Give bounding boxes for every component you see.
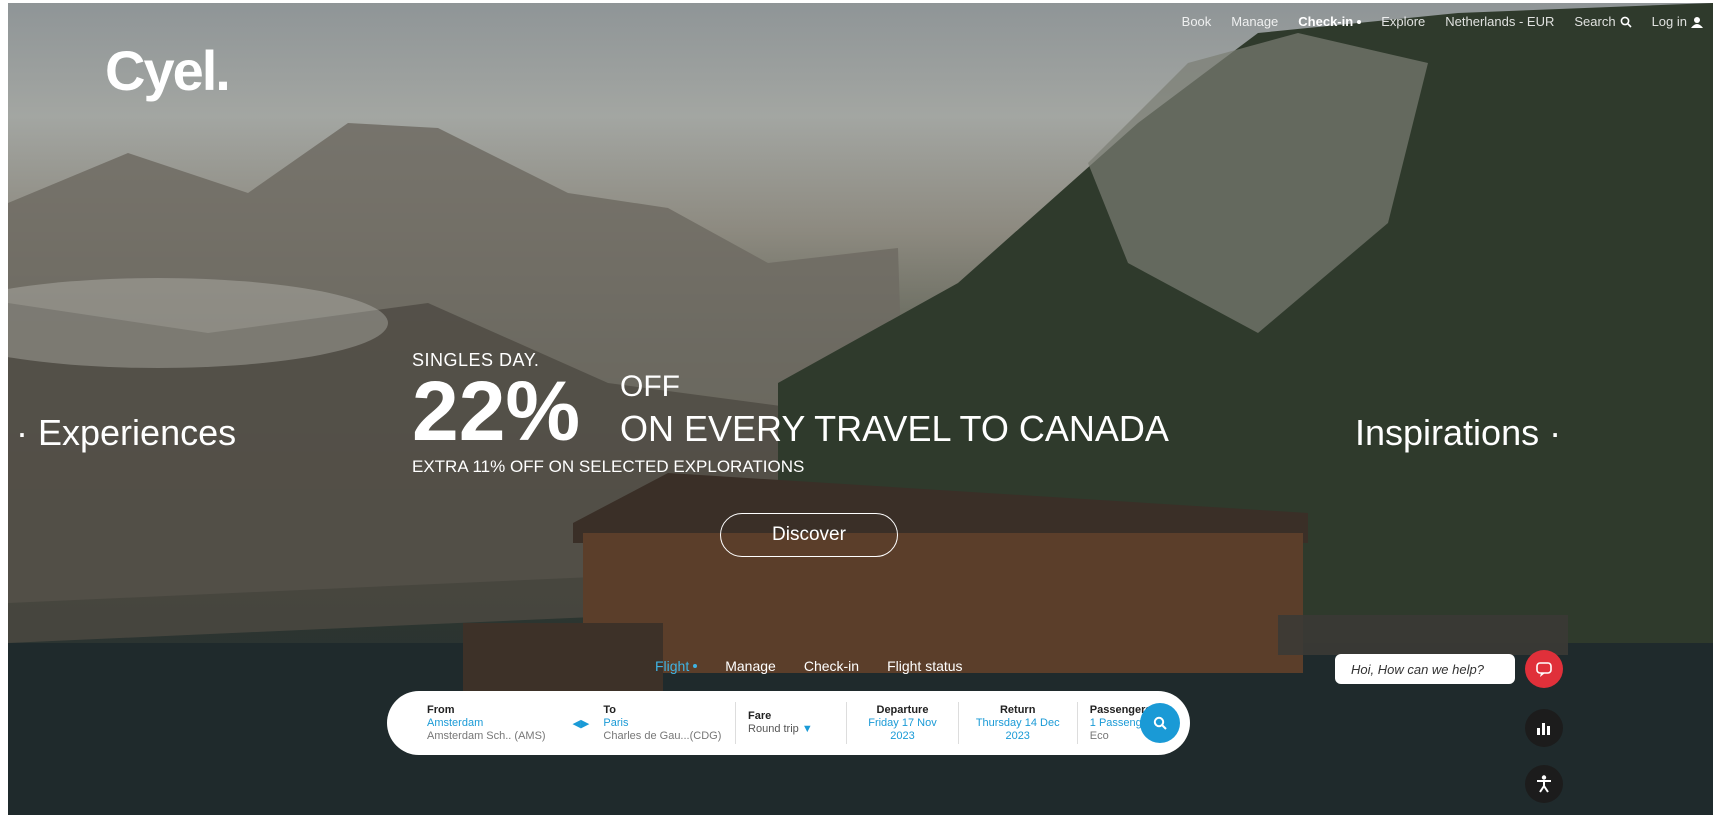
search-flights-button[interactable] xyxy=(1140,703,1180,743)
nav-book[interactable]: Book xyxy=(1172,14,1222,29)
return-field[interactable]: Return Thursday 14 Dec 2023 xyxy=(971,704,1077,743)
to-value: Paris xyxy=(603,716,629,729)
tab-flight-label: Flight xyxy=(655,658,690,674)
nav-login-label: Log in xyxy=(1651,14,1687,29)
divider xyxy=(1076,702,1078,744)
top-nav: Book Manage Check-in Explore Netherlands… xyxy=(1172,14,1713,29)
chevron-down-icon: ▼ xyxy=(801,723,813,735)
departure-label: Departure xyxy=(876,703,929,716)
return-year: 2023 xyxy=(1005,729,1030,742)
chat-icon xyxy=(1536,662,1552,677)
bar-chart-icon xyxy=(1537,723,1550,735)
stats-button[interactable] xyxy=(1525,709,1563,747)
from-field[interactable]: From Amsterdam Amsterdam Sch.. (AMS) xyxy=(427,704,568,743)
active-dot-icon xyxy=(693,664,698,668)
promo-headline: ON EVERY TRAVEL TO CANADA xyxy=(620,408,1169,449)
to-sub: Charles de Gau...(CDG) xyxy=(603,729,722,742)
nav-login[interactable]: Log in xyxy=(1642,14,1713,29)
divider xyxy=(846,702,848,744)
discover-button[interactable]: Discover xyxy=(720,513,898,557)
chat-button[interactable] xyxy=(1525,650,1563,688)
active-dot-icon xyxy=(1357,19,1362,24)
return-label: Return xyxy=(999,703,1036,716)
nav-search[interactable]: Search xyxy=(1564,14,1641,29)
inspirations-label: Inspirations xyxy=(1355,412,1540,453)
fare-label: Fare xyxy=(748,710,772,722)
from-sub: Amsterdam Sch.. (AMS) xyxy=(427,729,546,742)
promo-extra: EXTRA 11% OFF ON SELECTED EXPLORATIONS xyxy=(412,457,805,476)
nav-locale[interactable]: Netherlands - EUR xyxy=(1435,14,1564,29)
promo-off: OFF xyxy=(620,370,680,403)
nav-check-in[interactable]: Check-in xyxy=(1288,14,1371,29)
from-label: From xyxy=(427,703,455,716)
user-icon xyxy=(1691,16,1703,28)
experiences-label: Experiences xyxy=(38,412,237,453)
nav-manage[interactable]: Manage xyxy=(1221,14,1288,29)
divider xyxy=(735,702,737,744)
divider xyxy=(957,702,959,744)
accessibility-icon xyxy=(1537,775,1551,793)
to-field[interactable]: To Paris Charles de Gau...(CDG) xyxy=(603,704,735,743)
booking-bar: From Amsterdam Amsterdam Sch.. (AMS) ◀▶ … xyxy=(387,691,1190,755)
departure-field[interactable]: Departure Friday 17 Nov 2023 xyxy=(859,704,957,743)
accessibility-button[interactable] xyxy=(1525,765,1563,803)
from-value: Amsterdam xyxy=(427,716,484,729)
tab-flight-status[interactable]: Flight status xyxy=(887,658,962,674)
nav-search-label: Search xyxy=(1574,14,1616,29)
promo-percent: 22% xyxy=(412,364,581,458)
chat-prompt[interactable]: Hoi, How can we help? xyxy=(1335,654,1515,684)
return-value: Thursday 14 Dec xyxy=(975,716,1060,729)
booking-tabs: Flight Manage Check-in Flight status xyxy=(655,658,963,674)
departure-year: 2023 xyxy=(890,729,915,742)
fare-value: Round trip xyxy=(748,723,799,735)
to-label: To xyxy=(603,703,617,716)
fare-value-row: Round trip ▼ xyxy=(748,723,834,736)
inspirations-link[interactable]: Inspirations · xyxy=(1355,412,1561,454)
nav-check-in-label: Check-in xyxy=(1298,14,1354,29)
tab-flight[interactable]: Flight xyxy=(655,658,698,674)
nav-explore[interactable]: Explore xyxy=(1371,14,1435,29)
swap-icon[interactable]: ◀▶ xyxy=(572,717,589,730)
search-icon xyxy=(1620,16,1632,28)
experiences-link[interactable]: · Experiences xyxy=(16,412,236,454)
search-icon xyxy=(1153,716,1167,730)
tab-manage[interactable]: Manage xyxy=(725,658,776,674)
brand-logo[interactable]: Cyel. xyxy=(105,38,231,103)
departure-value: Friday 17 Nov xyxy=(868,716,937,729)
promo-block: SINGLES DAY. 22% OFF ON EVERY TRAVEL TO … xyxy=(412,350,1169,477)
fare-field[interactable]: Fare Round trip ▼ xyxy=(748,710,846,736)
tab-check-in[interactable]: Check-in xyxy=(804,658,859,674)
